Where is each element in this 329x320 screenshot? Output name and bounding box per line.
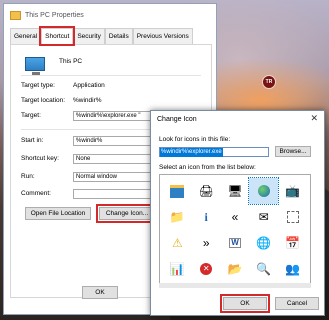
run-row: Run: (21, 173, 67, 180)
tab-strip: General Shortcut Security Details Previo… (10, 26, 193, 46)
icon-list-scrollbar[interactable] (159, 283, 311, 288)
run-label: Run: (21, 173, 35, 180)
monitor-icon[interactable]: 🖥 (221, 178, 250, 204)
shortcut-key-row: Shortcut key: (21, 155, 67, 162)
target-location-value: %windir% (73, 97, 102, 104)
window-title: This PC Properties (25, 11, 84, 19)
properties-titlebar: This PC Properties (4, 4, 216, 26)
target-type-row: Target type: (21, 82, 67, 89)
globe-network-icon[interactable]: 🌐 (249, 230, 278, 256)
icon-path-value: %windir%\explorer.exe (160, 148, 223, 157)
target-type-value: Application (73, 82, 105, 89)
dialog-cancel-button[interactable]: Cancel (275, 297, 319, 310)
look-for-label: Look for icons in this file: (159, 136, 231, 143)
start-in-label: Start in: (21, 137, 44, 144)
warning-icon[interactable]: ⚠ (163, 230, 192, 256)
tab-security[interactable]: Security (73, 28, 105, 44)
close-red-icon[interactable]: ✕ (192, 256, 221, 282)
dashed-box-icon[interactable] (278, 204, 307, 230)
browse-button[interactable]: Browse... (275, 146, 311, 157)
chevron-right-icon[interactable]: » (192, 230, 221, 256)
media-player-icon[interactable]: 📺 (278, 178, 307, 204)
run-select-value: Normal window (76, 174, 118, 180)
globe-icon[interactable] (248, 177, 280, 205)
explorer-window-icon[interactable] (163, 178, 192, 204)
comment-row: Comment: (21, 190, 67, 197)
printer-icon[interactable]: 🖨 (192, 178, 221, 204)
double-arrow-icon[interactable]: « (221, 204, 250, 230)
folder-icon (10, 10, 21, 20)
document-w-icon[interactable]: W (221, 230, 250, 256)
tab-general[interactable]: General (10, 28, 42, 44)
chart-icon[interactable]: 📊 (163, 256, 192, 282)
shortcut-key-label: Shortcut key: (21, 155, 59, 162)
folder-arrow-icon[interactable]: 📁 (163, 204, 192, 230)
tab-details[interactable]: Details (104, 28, 133, 44)
tab-shortcut[interactable]: Shortcut (39, 26, 76, 46)
target-location-label: Target location: (21, 97, 66, 104)
select-icon-label: Select an icon from the list below: (159, 164, 256, 171)
folders-icon[interactable]: 📂 (221, 256, 250, 282)
target-location-row: Target location: (21, 97, 67, 104)
target-type-label: Target type: (21, 82, 55, 89)
change-icon-button[interactable]: Change Icon... (96, 204, 158, 223)
shortcut-name: This PC (59, 58, 83, 65)
close-icon[interactable]: ✕ (310, 113, 318, 124)
info-icon[interactable]: i (192, 204, 221, 230)
dialog-ok-button[interactable]: OK (220, 294, 270, 313)
icon-list: 🖨 🖥 📺 📁 i « ✉ ⚠ » W 🌐 📅 📊 ✕ 📂 🔍 👥 (159, 174, 311, 286)
tab-previous-versions[interactable]: Previous Versions (132, 28, 193, 44)
users-icon[interactable]: 👥 (278, 256, 307, 282)
change-icon-dialog: Change Icon ✕ Look for icons in this fil… (150, 110, 325, 316)
folder-search-icon[interactable]: 🔍 (249, 256, 278, 282)
open-file-location-button[interactable]: Open File Location (25, 207, 91, 220)
divider (21, 75, 201, 76)
dialog-title: Change Icon (157, 116, 197, 123)
target-row: Target: (21, 112, 67, 119)
comment-label: Comment: (21, 190, 51, 197)
icon-path-input[interactable]: %windir%\explorer.exe (159, 147, 269, 157)
mail-icon[interactable]: ✉ (249, 204, 278, 230)
target-label: Target: (21, 112, 41, 119)
start-in-row: Start in: (21, 137, 67, 144)
tr-badge: TR (262, 75, 276, 89)
this-pc-icon (25, 57, 45, 75)
ok-button[interactable]: OK (82, 286, 118, 299)
calendar-icon[interactable]: 📅 (278, 230, 307, 256)
